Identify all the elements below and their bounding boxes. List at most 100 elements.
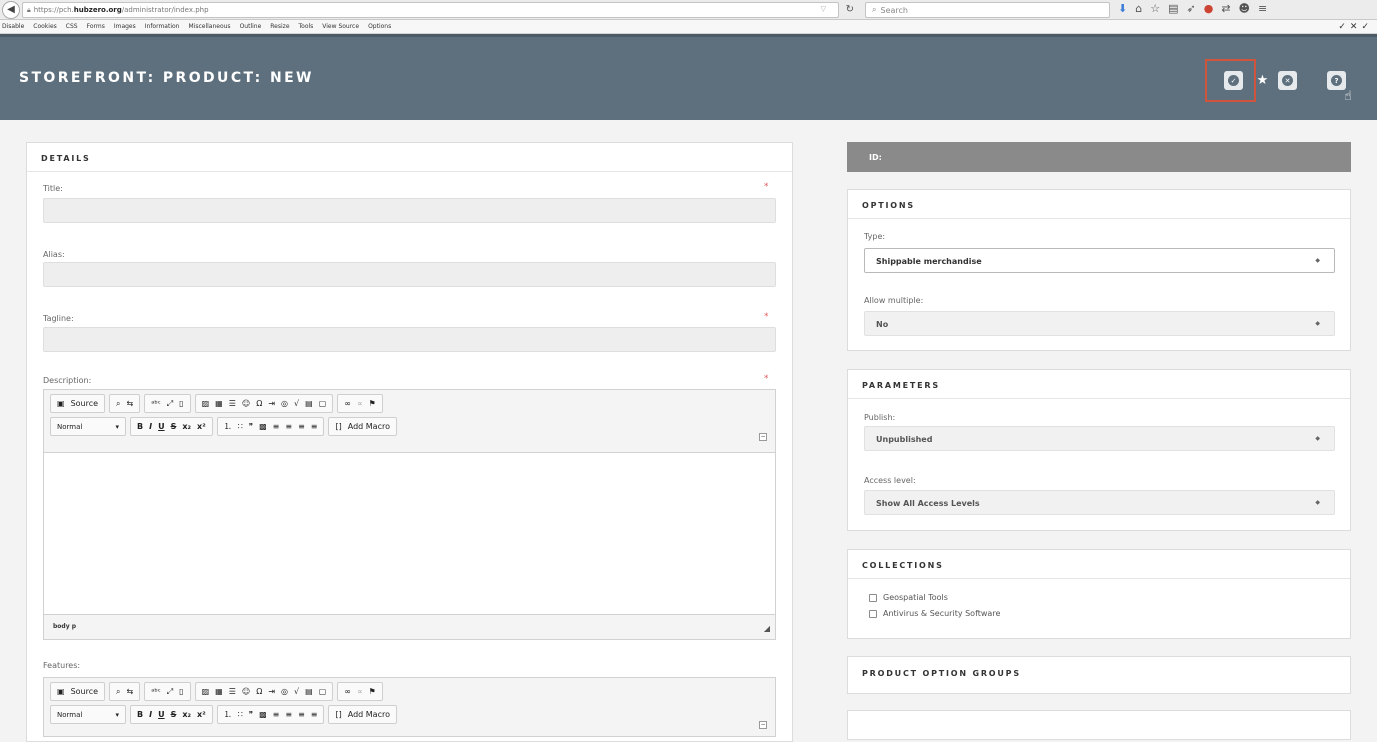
title-input[interactable] [43,198,776,223]
link-icon[interactable]: ∞ [344,687,351,696]
collection-item[interactable]: Geospatial Tools [869,593,948,602]
addon-arrow-icon[interactable]: ⇄ [1221,2,1230,15]
url-bar[interactable]: 🔒︎ https://pch. hubzero.org/administrator… [22,2,854,18]
format-dropdown[interactable]: Normal ▾ [50,705,126,724]
devbar-options[interactable]: Options [368,23,391,30]
format-dropdown[interactable]: Normal ▾ [50,417,126,436]
cancel-button[interactable]: ✕ [1278,71,1297,90]
replace-icon[interactable]: ⇆ [127,687,134,696]
allow-multiple-select[interactable]: No ◆ [864,311,1335,336]
italic-icon[interactable]: I [149,422,152,431]
table-icon[interactable]: ▦ [215,399,223,408]
align-center-icon[interactable]: ≡ [285,422,292,431]
tagline-input[interactable] [43,327,776,352]
reload-icon[interactable]: ↻ [846,4,854,15]
bold-icon[interactable]: B [137,710,143,719]
publish-select[interactable]: Unpublished ◆ [864,426,1335,451]
macro-icon[interactable]: [] [335,710,341,719]
devbar-information[interactable]: Information [145,23,180,30]
image-icon[interactable]: ▨ [202,687,210,696]
bulleted-list-icon[interactable]: ∷ [238,710,243,719]
search-bar[interactable]: ⌕ Search [865,2,1110,18]
underline-icon[interactable]: U [158,422,165,431]
home-icon[interactable]: ⌂ [1135,2,1142,15]
anchor-flag-icon[interactable]: ⚑ [369,687,376,696]
align-right-icon[interactable]: ≡ [298,422,305,431]
image-icon[interactable]: ▨ [202,399,210,408]
devbar-view-source[interactable]: View Source [322,23,359,30]
subscript-icon[interactable]: x₂ [182,710,191,719]
checkbox[interactable] [869,609,877,618]
collection-item[interactable]: Antivirus & Security Software [869,609,1000,618]
unlink-icon[interactable]: ∝ [357,399,363,408]
send-icon[interactable]: ➶ [1186,2,1195,15]
download-icon[interactable]: ⬇ [1118,2,1127,15]
subscript-icon[interactable]: x₂ [182,422,191,431]
macro-icon[interactable]: [] [335,422,341,431]
smiley-icon[interactable]: ☺ [242,399,250,408]
bulleted-list-icon[interactable]: ∷ [238,422,243,431]
replace-icon[interactable]: ⇆ [127,399,134,408]
resize-handle-icon[interactable]: ◢ [764,624,770,633]
horizontal-rule-icon[interactable]: ☰ [229,687,236,696]
back-arrow-icon[interactable]: ◀ [2,0,20,19]
document-icon[interactable]: ▢ [319,687,327,696]
justify-icon[interactable]: ≡ [311,422,318,431]
special-char-icon[interactable]: Ω [256,399,262,408]
devbar-miscellaneous[interactable]: Miscellaneous [188,23,230,30]
page-break-icon[interactable]: ⇥ [268,687,275,696]
chat-icon[interactable]: ☻ [1239,2,1250,15]
anchor-flag-icon[interactable]: ⚑ [369,399,376,408]
access-level-select[interactable]: Show All Access Levels ◆ [864,490,1335,515]
table-icon[interactable]: ▦ [215,687,223,696]
addon-icon[interactable]: ● [1204,2,1214,15]
devbar-outline[interactable]: Outline [240,23,262,30]
numbered-list-icon[interactable]: ⒈ [224,421,232,432]
maximize-icon[interactable]: ⤢ [167,399,173,409]
url-dropdown-icon[interactable]: ▽ [821,5,826,13]
strikethrough-icon[interactable]: S [171,710,177,719]
align-center-icon[interactable]: ≡ [285,710,292,719]
iframe-icon[interactable]: ◎ [281,687,288,696]
devbar-disable[interactable]: Disable [2,23,24,30]
underline-icon[interactable]: U [158,710,165,719]
iframe-icon[interactable]: ◎ [281,399,288,408]
bookmark-star-icon[interactable]: ☆ [1150,2,1160,15]
smiley-icon[interactable]: ☺ [242,687,250,696]
reading-list-icon[interactable]: ▤ [1168,2,1178,15]
spellcheck-icon[interactable]: ᵃᵇᶜ [151,399,161,408]
collapse-toolbar-icon[interactable]: − [759,433,767,441]
find-icon[interactable]: ⌕ [116,687,120,697]
div-icon[interactable]: ▩ [259,422,267,431]
devbar-css[interactable]: CSS [66,23,78,30]
source-icon[interactable]: ▣ [57,687,65,696]
maximize-icon[interactable]: ⤢ [167,687,173,697]
help-button[interactable]: ? [1327,71,1346,90]
description-edit-area[interactable] [44,452,775,615]
devbar-images[interactable]: Images [114,23,136,30]
find-icon[interactable]: ⌕ [116,399,120,409]
page-break-icon[interactable]: ⇥ [268,399,275,408]
devbar-tools[interactable]: Tools [299,23,314,30]
alias-input[interactable] [43,262,776,287]
devbar-forms[interactable]: Forms [87,23,105,30]
special-char-icon[interactable]: Ω [256,687,262,696]
menu-icon[interactable]: ≡ [1258,2,1267,15]
collapse-toolbar-icon[interactable]: − [759,721,767,729]
superscript-icon[interactable]: x² [197,710,206,719]
type-select[interactable]: Shippable merchandise ◆ [864,248,1335,273]
math-icon[interactable]: √ [294,399,299,408]
link-icon[interactable]: ∞ [344,399,351,408]
devbar-resize[interactable]: Resize [270,23,289,30]
align-left-icon[interactable]: ≡ [273,422,280,431]
strikethrough-icon[interactable]: S [171,422,177,431]
source-button[interactable]: Source [71,687,98,696]
show-blocks-icon[interactable]: ▯ [179,399,183,408]
align-right-icon[interactable]: ≡ [298,710,305,719]
source-icon[interactable]: ▣ [57,399,65,408]
bold-icon[interactable]: B [137,422,143,431]
show-blocks-icon[interactable]: ▯ [179,687,183,696]
italic-icon[interactable]: I [149,710,152,719]
horizontal-rule-icon[interactable]: ☰ [229,399,236,408]
numbered-list-icon[interactable]: ⒈ [224,709,232,720]
